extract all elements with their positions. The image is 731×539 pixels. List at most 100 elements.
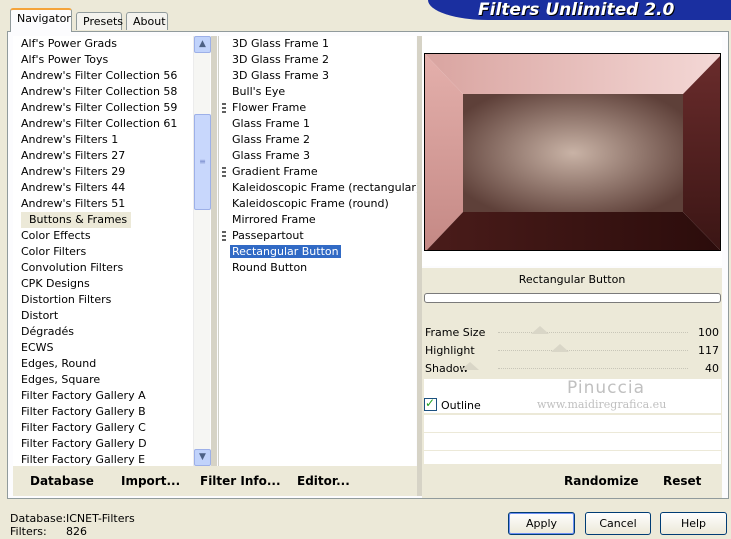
param-value: 117 [698, 344, 719, 357]
category-scrollbar[interactable]: ▲ ≡ ▼ [193, 36, 211, 466]
help-button[interactable]: Help [660, 512, 727, 535]
tab-presets[interactable]: Presets [76, 12, 123, 30]
category-item[interactable]: Andrew's Filters 51 [13, 196, 193, 212]
cancel-button[interactable]: Cancel [585, 512, 651, 535]
filter-label: Gradient Frame [232, 165, 318, 178]
category-item[interactable]: Andrew's Filters 29 [13, 164, 193, 180]
status-filters-value: 826 [66, 525, 87, 538]
status-database-value: ICNET-Filters [66, 512, 135, 525]
category-list[interactable]: Alf's Power Grads Alf's Power Toys Andrew'… [13, 36, 193, 466]
category-item[interactable]: Buttons & Frames [13, 212, 193, 228]
category-item[interactable]: Filter Factory Gallery C [13, 420, 193, 436]
slider-thumb[interactable] [461, 362, 479, 370]
filter-label: Glass Frame 3 [232, 149, 311, 162]
category-label: Filter Factory Gallery A [21, 389, 146, 402]
category-label: Andrew's Filters 51 [21, 197, 126, 210]
filter-item[interactable]: Glass Frame 3 [219, 148, 416, 164]
filter-label: Mirrored Frame [232, 213, 316, 226]
slider-track[interactable] [498, 332, 688, 333]
category-item[interactable]: Andrew's Filter Collection 56 [13, 68, 193, 84]
import-button[interactable]: Import... [121, 474, 180, 488]
category-item[interactable]: Andrew's Filter Collection 61 [13, 116, 193, 132]
status-filters-label: Filters: [10, 525, 47, 538]
category-item[interactable]: Distort [13, 308, 193, 324]
category-label: Distort [21, 309, 59, 322]
watermark-name: Pinuccia [567, 378, 645, 398]
slider-thumb[interactable] [551, 344, 569, 352]
filter-item[interactable]: Mirrored Frame [219, 212, 416, 228]
category-label: Andrew's Filter Collection 59 [21, 101, 178, 114]
slider-thumb[interactable] [531, 326, 549, 334]
slider-track[interactable] [498, 350, 688, 351]
category-label: Andrew's Filters 1 [21, 133, 119, 146]
category-label: Convolution Filters [21, 261, 124, 274]
apply-button[interactable]: Apply [508, 512, 575, 535]
param-frame-size[interactable]: Frame Size 100 [424, 324, 721, 342]
randomize-button[interactable]: Randomize [564, 474, 638, 488]
filter-item[interactable]: 3D Glass Frame 3 [219, 68, 416, 84]
editor-button[interactable]: Editor... [297, 474, 350, 488]
scroll-thumb[interactable]: ≡ [194, 114, 211, 210]
category-item[interactable]: Alf's Power Toys [13, 52, 193, 68]
filter-item[interactable]: Bull's Eye [219, 84, 416, 100]
slider-track[interactable] [498, 368, 688, 369]
filter-label: Passepartout [232, 229, 304, 242]
param-highlight[interactable]: Highlight 117 [424, 342, 721, 360]
tab-navigator[interactable]: Navigator [10, 8, 72, 32]
category-item[interactable]: Andrew's Filter Collection 59 [13, 100, 193, 116]
category-item[interactable]: ECWS [13, 340, 193, 356]
filter-item[interactable]: Passepartout [219, 228, 416, 244]
scroll-up-button[interactable]: ▲ [194, 36, 211, 53]
filter-label: Kaleidoscopic Frame (rectangular) [232, 181, 421, 194]
filter-item[interactable]: 3D Glass Frame 2 [219, 52, 416, 68]
category-item[interactable]: Edges, Round [13, 356, 193, 372]
category-label: Distortion Filters [21, 293, 112, 306]
category-label: Dégradés [21, 325, 74, 338]
param-shadow[interactable]: Shadow 40 [424, 360, 721, 378]
category-item[interactable]: Edges, Square [13, 372, 193, 388]
category-item[interactable]: Andrew's Filters 44 [13, 180, 193, 196]
list-divider [211, 36, 217, 466]
category-item[interactable]: Dégradés [13, 324, 193, 340]
multi-filter-icon [222, 231, 226, 241]
filter-item[interactable]: Gradient Frame [219, 164, 416, 180]
category-label: ECWS [21, 341, 54, 354]
category-item[interactable]: Filter Factory Gallery A [13, 388, 193, 404]
filter-item[interactable]: Kaleidoscopic Frame (round) [219, 196, 416, 212]
category-item[interactable]: Distortion Filters [13, 292, 193, 308]
scroll-down-button[interactable]: ▼ [194, 449, 211, 466]
filter-item[interactable]: Kaleidoscopic Frame (rectangular) [219, 180, 420, 196]
filter-item[interactable]: Glass Frame 1 [219, 116, 416, 132]
category-item[interactable]: CPK Designs [13, 276, 193, 292]
reset-button[interactable]: Reset [663, 474, 701, 488]
filter-label: Glass Frame 1 [232, 117, 311, 130]
filter-item[interactable]: Round Button [219, 260, 416, 276]
filter-label: Rectangular Button [230, 245, 341, 258]
category-item[interactable]: Andrew's Filters 27 [13, 148, 193, 164]
filter-label: Bull's Eye [232, 85, 286, 98]
category-item[interactable]: Filter Factory Gallery D [13, 436, 193, 452]
category-item[interactable]: Color Filters [13, 244, 193, 260]
category-label: Edges, Round [21, 357, 97, 370]
category-item[interactable]: Alf's Power Grads [13, 36, 193, 52]
category-item[interactable]: Andrew's Filters 1 [13, 132, 193, 148]
outline-checkbox[interactable] [424, 396, 437, 411]
category-item[interactable]: Andrew's Filter Collection 58 [13, 84, 193, 100]
filter-label: Round Button [232, 261, 308, 274]
category-label: Filter Factory Gallery B [21, 405, 146, 418]
filter-item[interactable]: 3D Glass Frame 1 [219, 36, 416, 52]
filter-item[interactable]: Flower Frame [219, 100, 416, 116]
category-label: Filter Factory Gallery D [21, 437, 147, 450]
category-item[interactable]: Filter Factory Gallery B [13, 404, 193, 420]
filter-info-button[interactable]: Filter Info... [200, 474, 281, 488]
category-item[interactable]: Convolution Filters [13, 260, 193, 276]
database-button[interactable]: Database [30, 474, 94, 488]
filter-list[interactable]: 3D Glass Frame 1 3D Glass Frame 2 3D Glass… [218, 36, 420, 466]
tab-about[interactable]: About [126, 12, 168, 30]
category-label: Andrew's Filter Collection 61 [21, 117, 178, 130]
filter-item[interactable]: Glass Frame 2 [219, 132, 416, 148]
category-item[interactable]: Color Effects [13, 228, 193, 244]
filter-item[interactable]: Rectangular Button [219, 244, 416, 260]
empty-row [424, 415, 721, 433]
category-item[interactable]: Filter Factory Gallery E [13, 452, 193, 466]
